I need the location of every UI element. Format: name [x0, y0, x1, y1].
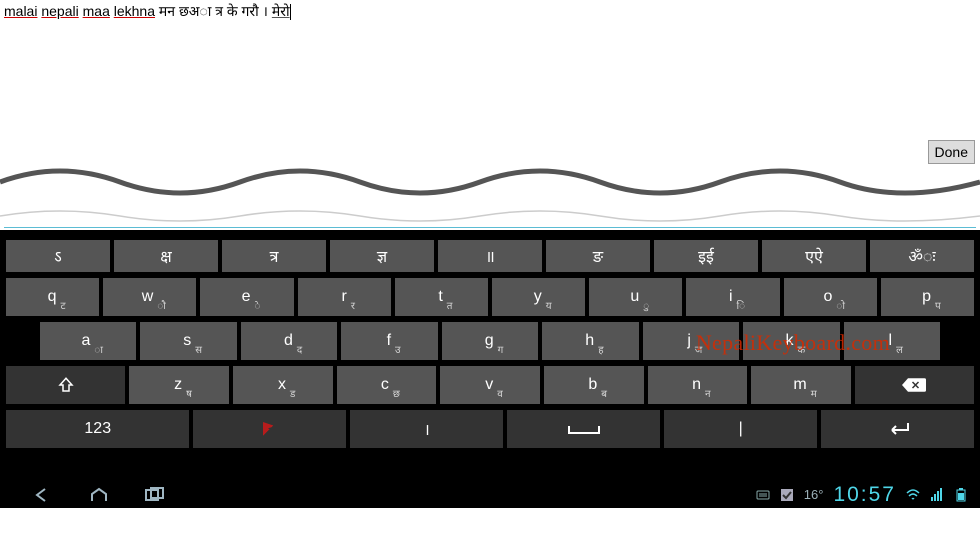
suggestion-key[interactable]: त्र	[222, 240, 326, 272]
key-n[interactable]: nन	[648, 366, 748, 404]
key-s[interactable]: sस	[140, 322, 236, 360]
suggestion-key[interactable]: ऽ	[6, 240, 110, 272]
suggestion-key[interactable]: एऐ	[762, 240, 866, 272]
key-g[interactable]: gग	[442, 322, 538, 360]
key-z[interactable]: zष	[129, 366, 229, 404]
home-nav-icon[interactable]	[86, 486, 112, 504]
key-f[interactable]: fउ	[341, 322, 437, 360]
key-row-3: zषxडcछvवbबnनmम	[0, 366, 980, 404]
backspace-key[interactable]	[855, 366, 974, 404]
suggestion-key[interactable]: ॐः	[870, 240, 974, 272]
key-e[interactable]: eे	[200, 278, 293, 316]
system-navbar: 16° 10:57	[0, 481, 980, 508]
key-y[interactable]: yय	[492, 278, 585, 316]
soft-keyboard: ऽक्षत्रज्ञ॥ङइईएऐॐः qटwौeेrरtतyयuुiिoोpप …	[0, 230, 980, 508]
key-t[interactable]: tत	[395, 278, 488, 316]
key-row-1: qटwौeेrरtतyयuुiिoोpप	[0, 278, 980, 316]
watermark-text: NepaliKeyboard.com	[696, 330, 890, 356]
space-icon	[567, 422, 601, 436]
numbers-key[interactable]: 123	[6, 410, 189, 448]
signal-icon	[930, 488, 944, 502]
recent-nav-icon[interactable]	[142, 486, 168, 504]
text-cursor	[290, 4, 291, 20]
key-v[interactable]: vव	[440, 366, 540, 404]
key-q[interactable]: qट	[6, 278, 99, 316]
key-p[interactable]: pप	[881, 278, 974, 316]
key-b[interactable]: bब	[544, 366, 644, 404]
input-underline	[4, 227, 976, 228]
key-m[interactable]: mम	[751, 366, 851, 404]
key-o[interactable]: oो	[784, 278, 877, 316]
decorative-wave-light	[0, 206, 980, 226]
key-row-bottom: 123 । |	[0, 410, 980, 448]
temperature: 16°	[804, 487, 824, 502]
danda-key[interactable]: ।	[350, 410, 503, 448]
suggestion-key[interactable]: ङ	[546, 240, 650, 272]
shift-key[interactable]	[6, 366, 125, 404]
pipe-key[interactable]: |	[664, 410, 817, 448]
key-w[interactable]: wौ	[103, 278, 196, 316]
suggestion-row: ऽक्षत्रज्ञ॥ङइईएऐॐः	[0, 230, 980, 272]
enter-icon	[886, 421, 910, 437]
typed-text: malai nepali maa lekhna मन छअा त्र के गर…	[4, 2, 976, 21]
shift-icon	[57, 376, 75, 394]
enter-key[interactable]	[821, 410, 974, 448]
suggestion-key[interactable]: इई	[654, 240, 758, 272]
text-input-area[interactable]: malai nepali maa lekhna मन छअा त्र के गर…	[0, 0, 980, 230]
check-status-icon	[780, 488, 794, 502]
key-x[interactable]: xड	[233, 366, 333, 404]
clock: 10:57	[833, 483, 896, 507]
key-a[interactable]: aा	[40, 322, 136, 360]
suggestion-key[interactable]: क्ष	[114, 240, 218, 272]
suggestion-key[interactable]: ॥	[438, 240, 542, 272]
backspace-icon	[902, 378, 926, 392]
language-key[interactable]	[193, 410, 346, 448]
back-nav-icon[interactable]	[30, 486, 56, 504]
decorative-wave	[0, 160, 980, 200]
wifi-icon	[906, 488, 920, 502]
key-u[interactable]: uु	[589, 278, 682, 316]
suggestion-key[interactable]: ज्ञ	[330, 240, 434, 272]
key-r[interactable]: rर	[298, 278, 391, 316]
space-key[interactable]	[507, 410, 660, 448]
nepal-flag-icon	[263, 422, 277, 436]
key-h[interactable]: hह	[542, 322, 638, 360]
key-i[interactable]: iि	[686, 278, 779, 316]
key-c[interactable]: cछ	[337, 366, 437, 404]
keyboard-status-icon	[756, 488, 770, 502]
key-d[interactable]: dद	[241, 322, 337, 360]
battery-icon	[954, 488, 968, 502]
